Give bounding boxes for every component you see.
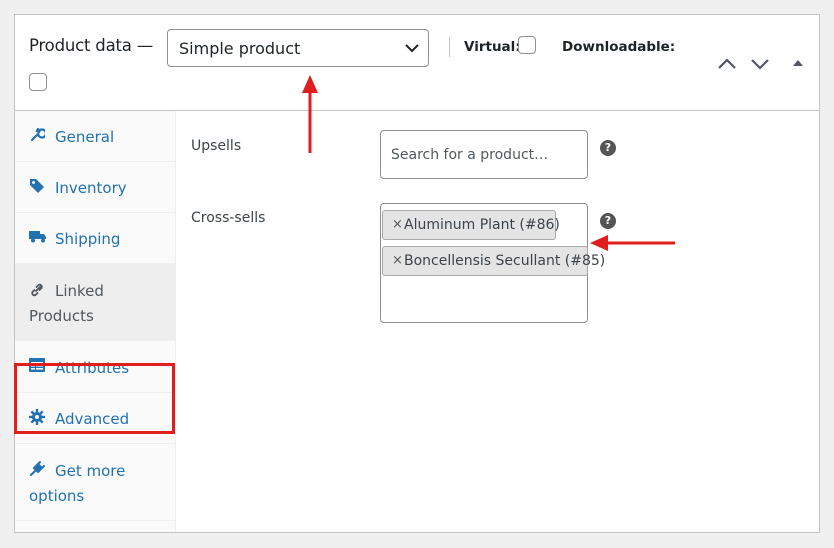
arrow-to-cross-sells xyxy=(590,235,675,251)
annotation-arrows xyxy=(302,75,675,251)
arrow-to-product-type xyxy=(302,75,318,153)
